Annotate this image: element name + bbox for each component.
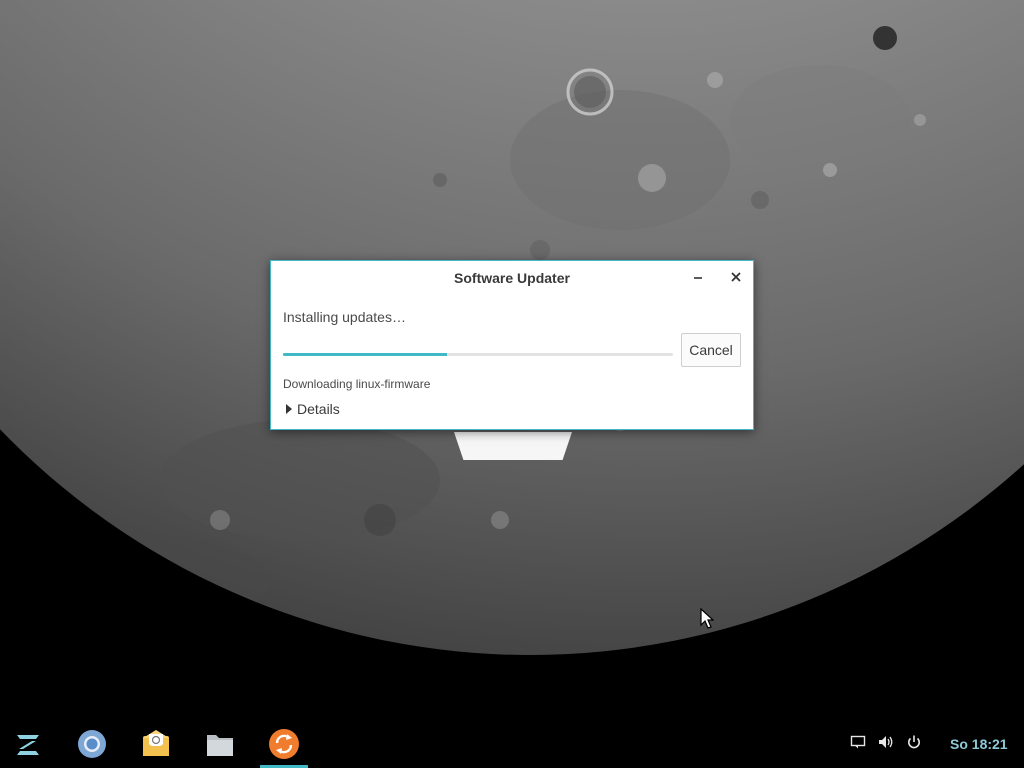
minimize-button[interactable] bbox=[687, 267, 709, 289]
progress-bar-fill bbox=[283, 353, 447, 356]
progress-bar bbox=[283, 353, 673, 356]
details-label: Details bbox=[297, 401, 340, 417]
mail-icon[interactable] bbox=[140, 728, 172, 760]
cancel-button[interactable]: Cancel bbox=[681, 333, 741, 367]
zorin-logo-icon[interactable] bbox=[12, 728, 44, 760]
expander-arrow-icon bbox=[286, 404, 292, 414]
dialog-title: Software Updater bbox=[454, 270, 570, 286]
notification-icon[interactable] bbox=[850, 734, 866, 750]
software-updater-dialog: Software Updater Installing updates… Can… bbox=[270, 260, 754, 430]
volume-icon[interactable] bbox=[878, 734, 894, 750]
power-icon[interactable] bbox=[906, 734, 922, 750]
details-expander[interactable]: Details bbox=[285, 401, 340, 417]
taskbar bbox=[0, 720, 1024, 768]
clock[interactable]: So 18:21 bbox=[950, 736, 1008, 752]
status-heading: Installing updates… bbox=[283, 309, 406, 325]
close-button[interactable] bbox=[725, 267, 747, 289]
download-status: Downloading linux-firmware bbox=[283, 377, 431, 391]
close-icon bbox=[731, 272, 741, 282]
minimize-icon bbox=[694, 277, 702, 279]
background-window bbox=[454, 432, 572, 460]
software-updater-icon[interactable] bbox=[268, 728, 300, 760]
chromium-icon[interactable] bbox=[76, 728, 108, 760]
mouse-cursor-icon bbox=[700, 608, 714, 629]
folder-icon[interactable] bbox=[204, 728, 236, 760]
dialog-titlebar[interactable]: Software Updater bbox=[271, 261, 753, 295]
